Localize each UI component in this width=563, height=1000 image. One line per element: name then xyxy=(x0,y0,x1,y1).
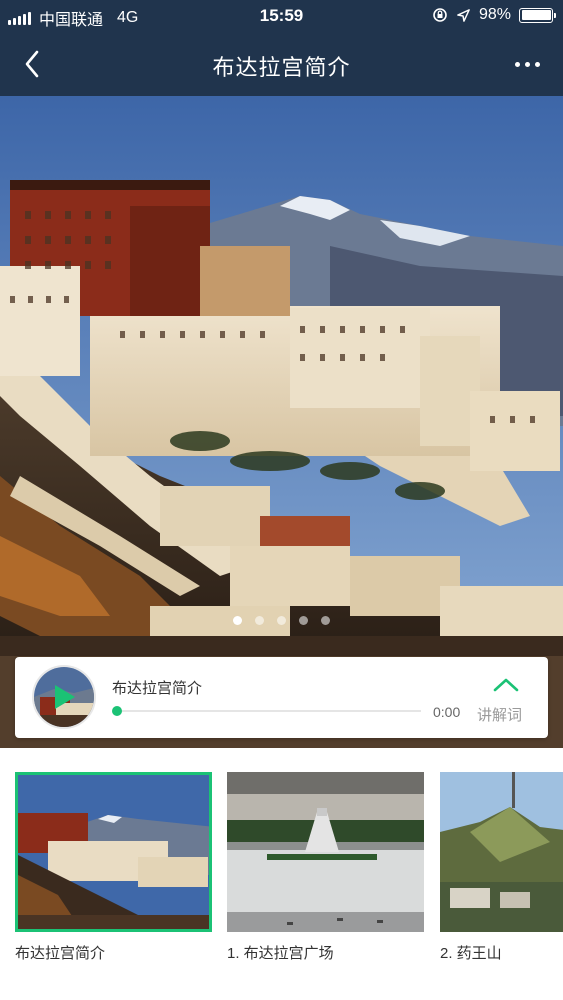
battery-percent: 98% xyxy=(478,6,511,23)
spot-image xyxy=(227,772,424,932)
carousel-dot[interactable] xyxy=(255,616,264,625)
spot-card[interactable]: 布达拉宫简介 xyxy=(15,772,212,963)
lyrics-button[interactable]: 讲解词 xyxy=(477,673,535,729)
page-title: 布达拉宫简介 xyxy=(212,55,351,80)
spot-card[interactable]: 1. 布达拉宫广场 xyxy=(227,772,424,963)
progress-track[interactable] xyxy=(117,710,421,712)
status-bar: 中国联通 4G 15:59 98% xyxy=(0,0,563,32)
location-icon xyxy=(457,8,470,22)
battery-icon xyxy=(519,7,556,23)
play-icon xyxy=(55,685,75,709)
spot-label: 2. 药王山 xyxy=(440,945,502,962)
carousel-dot[interactable] xyxy=(299,616,308,625)
player-title: 布达拉宫简介 xyxy=(112,680,203,697)
player-time: 0:00 xyxy=(433,704,461,720)
play-button[interactable] xyxy=(32,665,96,729)
carousel-dot[interactable] xyxy=(277,616,286,625)
progress-knob[interactable] xyxy=(112,706,122,716)
carousel-dots xyxy=(0,616,563,625)
spot-label: 1. 布达拉宫广场 xyxy=(227,945,334,962)
lyrics-label: 讲解词 xyxy=(477,707,523,724)
nav-bar: 布达拉宫简介 xyxy=(0,32,563,96)
audio-player: 布达拉宫简介 0:00 讲解词 xyxy=(15,657,548,738)
hero-carousel[interactable] xyxy=(0,96,563,748)
header: 中国联通 4G 15:59 98% 布达拉宫简介 xyxy=(0,0,563,96)
potala-palace-image xyxy=(0,96,563,748)
chevron-up-icon xyxy=(493,678,519,692)
carousel-dot[interactable] xyxy=(321,616,330,625)
status-right: 98% xyxy=(432,6,556,24)
carousel-dot[interactable] xyxy=(233,616,242,625)
spot-label: 布达拉宫简介 xyxy=(15,945,106,962)
more-horizontal-icon xyxy=(514,61,520,67)
spot-list: 布达拉宫简介 1. 布达拉宫广场 2. 药王山 xyxy=(0,748,563,1000)
more-button[interactable] xyxy=(509,48,545,80)
spot-card[interactable]: 2. 药王山 xyxy=(440,772,563,963)
spot-image xyxy=(440,772,563,932)
orientation-lock-icon xyxy=(433,8,447,22)
spot-image xyxy=(15,772,212,932)
